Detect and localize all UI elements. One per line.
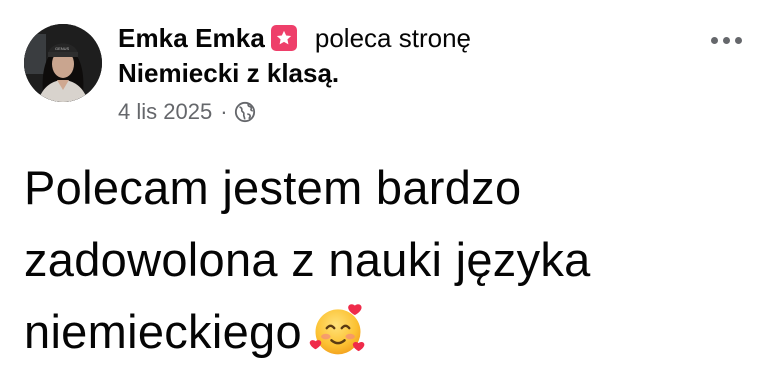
meta-separator: · [220, 99, 228, 124]
avatar[interactable]: GENUS [24, 24, 102, 102]
globe-icon [234, 101, 256, 123]
post-date[interactable]: 4 lis 2025 [118, 99, 212, 125]
post-header: Emka Emka poleca stronę [118, 20, 471, 56]
post-body: Polecam jestem bardzo zadowolona z nauki… [24, 152, 754, 368]
author-name[interactable]: Emka Emka [118, 23, 265, 54]
star-badge-icon [270, 25, 297, 51]
recommended-page-link[interactable]: Niemiecki z klasą. [118, 58, 339, 89]
post-card: GENUS Emka Emka poleca stronę Niemiecki … [0, 0, 768, 377]
more-options-icon[interactable] [704, 28, 748, 52]
post-meta: 4 lis 2025 · [118, 98, 256, 126]
svg-text:GENUS: GENUS [55, 46, 70, 51]
smiling-face-with-hearts-icon [308, 300, 368, 360]
recommend-action-text: poleca stronę [314, 22, 471, 53]
